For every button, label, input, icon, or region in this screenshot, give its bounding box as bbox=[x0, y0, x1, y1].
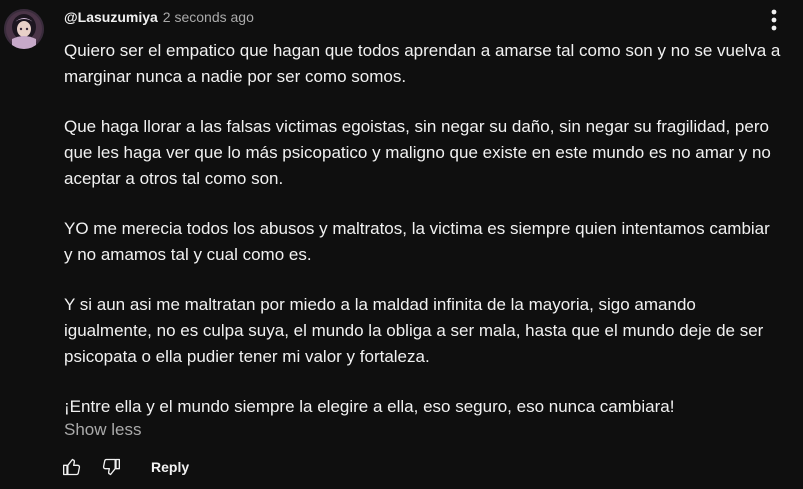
more-actions-button[interactable] bbox=[762, 6, 786, 34]
comment-paragraph: Quiero ser el empatico que hagan que tod… bbox=[64, 38, 799, 90]
comment-timestamp[interactable]: 2 seconds ago bbox=[163, 9, 254, 25]
comment-paragraph: Y si aun asi me maltratan por miedo a la… bbox=[64, 292, 799, 370]
comment-line: igualmente, no es culpa suya, el mundo l… bbox=[64, 321, 764, 340]
comment-line: marginar nunca a nadie por ser como somo… bbox=[64, 67, 407, 86]
comment-line: ¡Entre ella y el mundo siempre la elegir… bbox=[64, 397, 675, 416]
comment-line: y no amamos tal y cual como es. bbox=[64, 245, 312, 264]
comment-paragraph: Que haga llorar a las falsas victimas eg… bbox=[64, 114, 799, 192]
avatar-image bbox=[4, 9, 44, 49]
author-name[interactable]: @Lasuzumiya bbox=[64, 9, 158, 25]
reply-button[interactable]: Reply bbox=[151, 459, 189, 475]
like-button[interactable] bbox=[56, 452, 88, 482]
comment-text: Quiero ser el empatico que hagan que tod… bbox=[64, 38, 799, 444]
show-less-button[interactable]: Show less bbox=[64, 418, 141, 442]
avatar[interactable] bbox=[4, 9, 44, 49]
comment-paragraph: YO me merecia todos los abusos y maltrat… bbox=[64, 216, 799, 268]
comment-line: que les haga ver que lo más psicopatico … bbox=[64, 143, 771, 162]
comment-header: @Lasuzumiya 2 seconds ago bbox=[64, 9, 254, 29]
comment-line: YO me merecia todos los abusos y maltrat… bbox=[64, 219, 770, 238]
comment-thread: @Lasuzumiya 2 seconds ago Quiero ser el … bbox=[0, 0, 803, 489]
comment-line: aceptar a otros tal como son. bbox=[64, 169, 284, 188]
comment-actions: Reply bbox=[56, 452, 189, 482]
comment-paragraph: ¡Entre ella y el mundo siempre la elegir… bbox=[64, 394, 799, 420]
dislike-button[interactable] bbox=[95, 452, 127, 482]
comment-line: Que haga llorar a las falsas victimas eg… bbox=[64, 117, 769, 136]
comment-line: Y si aun asi me maltratan por miedo a la… bbox=[64, 295, 696, 314]
more-vert-icon bbox=[771, 9, 777, 31]
thumbs-down-icon bbox=[102, 458, 121, 476]
comment-line: Quiero ser el empatico que hagan que tod… bbox=[64, 41, 781, 60]
comment-line: psicopata o ella pudier tener mi valor y… bbox=[64, 347, 430, 366]
thumbs-up-icon bbox=[63, 458, 81, 476]
